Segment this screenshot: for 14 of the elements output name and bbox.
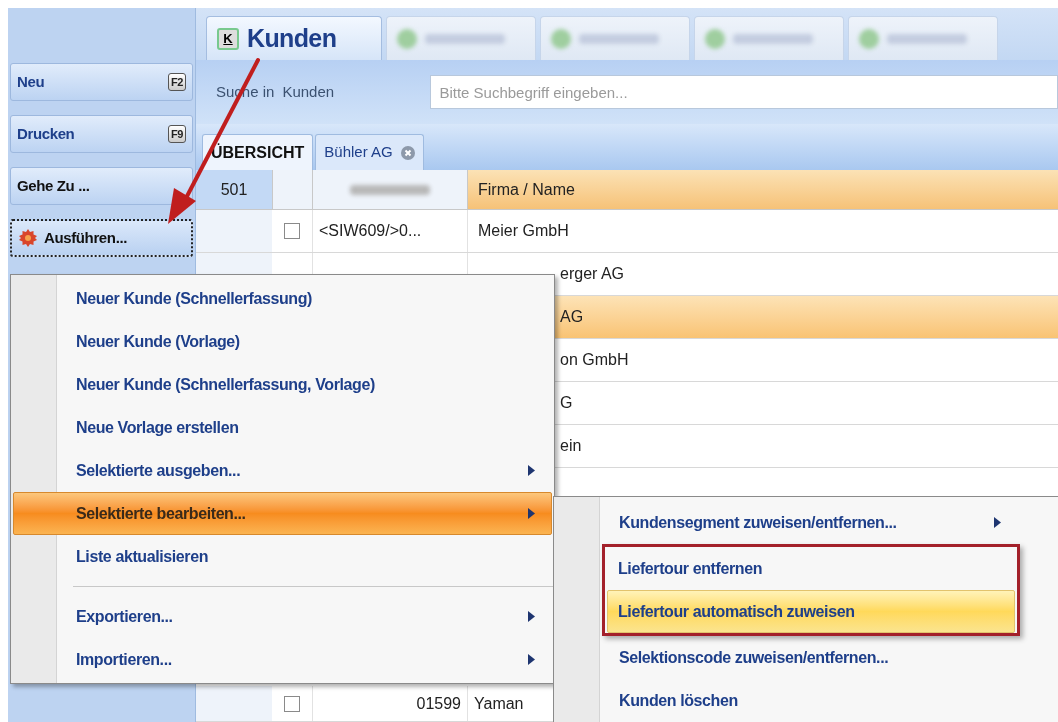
row-count: 501 [196,170,272,209]
table-cell-text: 01599 [416,693,461,714]
table-cell-text: on GmbH [560,350,629,370]
shortcut-key: F2 [167,73,186,91]
key-badge: K [217,27,239,50]
search-scope: Kunden [282,81,336,102]
table-cell-text: erger AG [560,264,625,284]
table-cell-text: AG [560,307,584,327]
table-cell-text: G [560,393,573,413]
table-cell-text: Meier GmbH [478,221,569,241]
table-cell-text: Yaman [474,693,524,714]
table-cell-text: ein [560,436,582,456]
table-cell-text: <SIW609/>0... [319,221,422,241]
shortcut-key: F9 [167,125,186,143]
